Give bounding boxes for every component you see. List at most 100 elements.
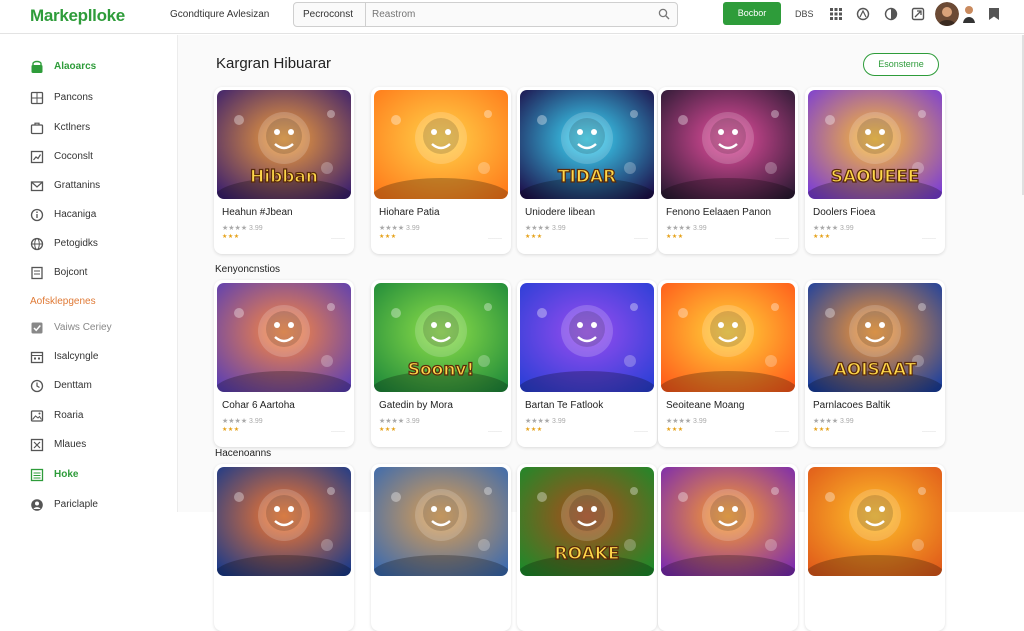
card-rating-text: ★★★★ 3.99 [379,418,420,425]
game-card[interactable]: Bartan Te Fatlook ★★★★ 3.99 ★★★ ······· [517,280,657,447]
view-all-button[interactable]: Esonsterne [863,53,939,76]
search-input[interactable] [368,5,648,24]
card-title[interactable]: Hiohare Patia [379,207,440,218]
game-card[interactable]: HibbanHibbanHeahun #Jbean★★★★ 3.99★★★···… [214,87,354,254]
game-thumbnail-art [520,283,654,392]
sidebar-item-label: Hacaniga [54,209,97,220]
sidebar-item[interactable]: Kctlners [30,119,170,137]
card-thumbnail[interactable]: TIDAR [520,90,654,199]
sidebar-item[interactable]: Vaiws Ceriey [30,319,170,337]
nav-link[interactable]: Gcondtiqure Avlesizan [170,9,269,20]
sidebar-item[interactable]: Hoke [30,466,170,484]
game-thumbnail-art [661,283,795,392]
sidebar-item[interactable]: Denttam [30,377,170,395]
app-logo[interactable]: Markeplloke [30,6,125,26]
card-thumbnail[interactable] [520,283,654,392]
sidebar-item[interactable]: Coconslt [30,148,170,166]
card-title[interactable]: Gatedin by Mora [379,400,453,411]
game-card[interactable]: Hiohare Patia ★★★★ 3.99 ★★★ ······· [371,87,511,254]
game-card[interactable]: Soonv!Soonv!Gatedin by Mora★★★★ 3.99★★★·… [371,280,511,447]
card-thumbnail[interactable] [374,90,508,199]
theme-toggle-icon[interactable] [884,7,898,21]
share-icon[interactable] [911,7,925,21]
card-title[interactable]: Uniodere libean [525,207,595,218]
section-title: Kenyoncnstios [215,264,281,275]
sidebar-item[interactable]: Pariclaple [30,496,170,514]
game-thumbnail-art [808,467,942,576]
sidebar-item-label: Roaria [54,410,84,421]
game-card[interactable] [805,464,945,631]
sidebar-item[interactable]: Grattanins [30,177,170,195]
sidebar-item-label: Alaoarcs [54,61,97,72]
sidebar-item[interactable]: Mlaues [30,436,170,454]
game-card[interactable]: Fenono Eelaaen Panon ★★★★ 3.99 ★★★ ······· [658,87,798,254]
game-card[interactable] [371,464,511,631]
card-rating-text: ★★★★ 3.99 [379,225,420,232]
card-meta: ······· [634,429,648,435]
bookmark-icon[interactable] [987,7,1001,21]
card-rating-text: ★★★★ 3.99 [666,225,707,232]
card-thumbnail[interactable] [661,467,795,576]
sidebar-item[interactable]: Petogidks [30,235,170,253]
sidebar-item[interactable]: Pancons [30,89,170,107]
card-title[interactable]: Seoiteane Moang [666,400,744,411]
card-title[interactable]: Fenono Eelaaen Panon [666,207,771,218]
card-thumbnail[interactable]: AOISAAT [808,283,942,392]
sidebar-item-label: Petogidks [54,238,98,249]
game-card[interactable]: Seoiteane Moang ★★★★ 3.99 ★★★ ······· [658,280,798,447]
game-thumbnail-art [217,283,351,392]
card-title[interactable]: Bartan Te Fatlook [525,400,603,411]
card-thumbnail[interactable] [808,467,942,576]
sidebar-section-header[interactable]: Aofsklepgenes› [30,293,189,311]
search-icon[interactable] [658,8,670,20]
card-stars: ★★★ [222,427,240,433]
card-thumbnail[interactable]: SAOUEEE [808,90,942,199]
meta-label[interactable]: DBS [795,9,814,23]
game-thumbnail-art [374,467,508,576]
card-rating-text: ★★★★ 3.99 [666,418,707,425]
profile-icon[interactable] [963,5,975,23]
game-card[interactable]: ROAKEROAKE [517,464,657,631]
card-stars: ★★★ [813,427,831,433]
card-rating-text: ★★★★ 3.99 [813,225,854,232]
game-card[interactable]: AOISAATAOISAATParnlacoes Baltik★★★★ 3.99… [805,280,945,447]
info-icon [30,208,44,222]
user-avatar[interactable] [935,2,959,26]
card-rating-text: ★★★★ 3.99 [813,418,854,425]
grid-icon [30,91,44,105]
game-thumbnail-art: ROAKE [520,467,654,576]
card-thumbnail[interactable] [661,283,795,392]
sidebar-item-label: Coconslt [54,151,93,162]
game-card[interactable]: TIDARTIDARUniodere libean★★★★ 3.99★★★···… [517,87,657,254]
card-title[interactable]: Parnlacoes Baltik [813,400,890,411]
card-thumbnail[interactable]: Soonv! [374,283,508,392]
card-title[interactable]: Cohar 6 Aartoha [222,400,295,411]
search-category-select[interactable]: Pecroconst [294,3,366,26]
game-card[interactable] [214,464,354,631]
card-thumbnail[interactable] [217,467,351,576]
card-title[interactable]: Doolers Fioea [813,207,875,218]
sidebar-item[interactable]: Bojcont [30,264,170,282]
card-title[interactable]: Heahun #Jbean [222,207,293,218]
apps-grid-icon[interactable] [829,7,843,21]
card-thumbnail[interactable] [661,90,795,199]
primary-cta-button[interactable]: Bocbor [723,2,781,25]
sidebar-item[interactable]: Hacaniga [30,206,170,224]
card-thumbnail[interactable] [217,283,351,392]
card-thumbnail[interactable] [374,467,508,576]
sidebar-item[interactable]: Alaoarcs [30,58,170,76]
document-icon [31,266,43,280]
sidebar-item[interactable]: Isalcyngle [30,348,170,366]
chart-icon [30,150,44,164]
game-card[interactable] [658,464,798,631]
game-card[interactable]: SAOUEEESAOUEEEDoolers Fioea★★★★ 3.99★★★·… [805,87,945,254]
game-card[interactable]: Cohar 6 Aartoha ★★★★ 3.99 ★★★ ······· [214,280,354,447]
card-thumbnail[interactable]: ROAKE [520,467,654,576]
card-rating-text: ★★★★ 3.99 [525,225,566,232]
card-thumbnail[interactable]: Hibban [217,90,351,199]
svg-text:TIDAR: TIDAR [558,167,616,187]
notification-icon[interactable] [856,7,870,21]
card-meta: ······· [488,236,502,242]
sidebar-item-label: Vaiws Ceriey [54,322,112,333]
sidebar-item[interactable]: Roaria [30,407,170,425]
